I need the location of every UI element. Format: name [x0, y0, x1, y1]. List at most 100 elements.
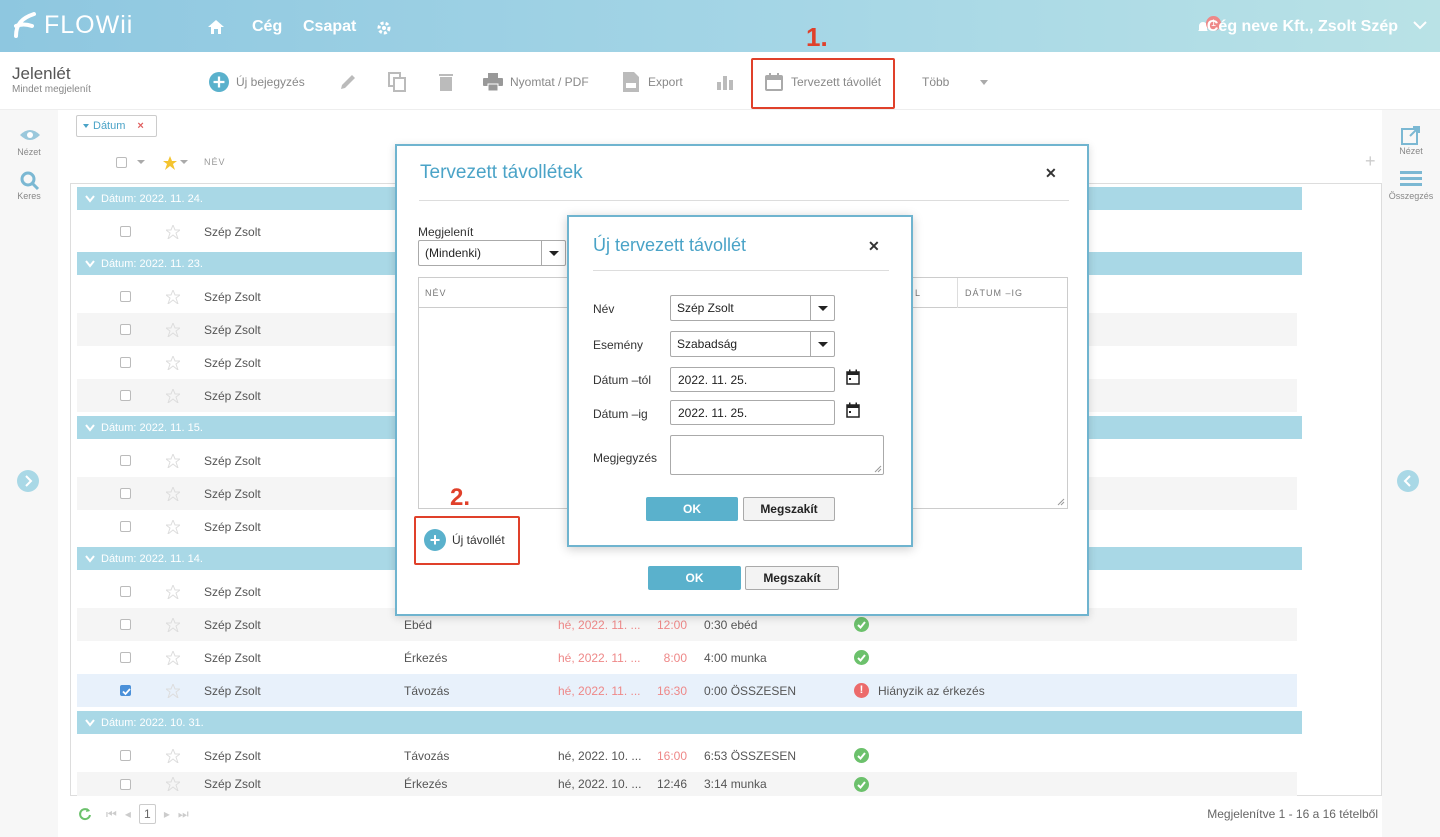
col-header-from[interactable]: L: [915, 288, 921, 298]
row-checkbox[interactable]: [120, 521, 131, 532]
left-search-label[interactable]: Keres: [0, 191, 58, 201]
star-icon[interactable]: [166, 355, 180, 370]
note-textarea[interactable]: [670, 435, 884, 475]
row-checkbox[interactable]: [120, 586, 131, 597]
nav-team[interactable]: Csapat: [303, 18, 356, 36]
new-entry-button[interactable]: Új bejegyzés: [209, 72, 305, 92]
star-icon[interactable]: [166, 777, 180, 791]
ok-button[interactable]: OK: [646, 497, 738, 521]
resize-handle-icon[interactable]: [874, 465, 882, 473]
edit-button[interactable]: [338, 73, 358, 91]
resize-handle-icon[interactable]: [1057, 498, 1065, 506]
expand-right-button[interactable]: [1397, 470, 1419, 492]
planned-absence-button[interactable]: Tervezett távollét: [764, 73, 881, 91]
delete-button[interactable]: [436, 73, 456, 91]
right-view-label[interactable]: Nézet: [1382, 146, 1440, 156]
table-row[interactable]: Szép Zsolt Távozás hé, 2022. 10. ... 16:00 6…: [77, 739, 1297, 772]
new-planned-absence-dialog: Új tervezett távollét ✕ Név Szép Zsolt E…: [567, 215, 913, 547]
expand-left-button[interactable]: [17, 470, 39, 492]
star-icon[interactable]: [166, 650, 180, 665]
star-icon[interactable]: [166, 388, 180, 403]
printer-icon: [483, 72, 503, 92]
print-button[interactable]: Nyomtat / PDF: [483, 73, 589, 91]
prev-page-icon[interactable]: ◂: [125, 807, 131, 821]
show-select[interactable]: (Mindenki): [418, 240, 566, 266]
refresh-icon[interactable]: [78, 807, 92, 821]
page-number[interactable]: 1: [138, 804, 156, 824]
right-summary-label[interactable]: Összegzés: [1382, 191, 1440, 201]
row-checkbox[interactable]: [120, 455, 131, 466]
logo[interactable]: FLOWii: [12, 8, 133, 42]
star-icon[interactable]: [166, 617, 180, 632]
name-select[interactable]: Szép Zsolt: [670, 295, 835, 321]
row-checkbox[interactable]: [120, 778, 131, 790]
calendar-icon[interactable]: [846, 402, 860, 418]
cancel-button[interactable]: Megszakít: [745, 566, 839, 590]
group-header[interactable]: Dátum: 2022. 10. 31.: [77, 711, 1302, 734]
row-checkbox[interactable]: [120, 357, 131, 368]
chart-button[interactable]: [715, 73, 735, 91]
column-header-name[interactable]: NÉV: [204, 157, 226, 167]
row-time: 16:00: [656, 748, 687, 763]
star-icon[interactable]: [166, 322, 180, 337]
select-all-caret-icon[interactable]: [137, 160, 145, 164]
table-row[interactable]: Szép Zsolt Érkezés hé, 2022. 10. ... 12:46 3…: [77, 772, 1297, 796]
star-icon[interactable]: [166, 584, 180, 599]
select-all-checkbox[interactable]: [116, 157, 127, 168]
eye-icon[interactable]: [20, 128, 40, 145]
star-icon[interactable]: [166, 486, 180, 501]
star-icon[interactable]: [166, 748, 180, 763]
add-column-icon[interactable]: +: [1365, 151, 1376, 172]
star-icon[interactable]: [166, 519, 180, 534]
copy-button[interactable]: [387, 72, 407, 92]
row-checkbox[interactable]: [120, 390, 131, 401]
list-icon[interactable]: [1400, 171, 1422, 190]
star-icon[interactable]: [166, 289, 180, 304]
table-row[interactable]: Szép Zsolt Távozás hé, 2022. 11. ... 16:30 0…: [77, 674, 1297, 707]
col-header-name[interactable]: NÉV: [425, 288, 447, 298]
pager: ⏮ ◂ 1 ▸ ⏭ Megjelenítve 1 - 16 a 16 tétel…: [70, 800, 1382, 828]
star-icon[interactable]: [166, 224, 180, 239]
row-checkbox[interactable]: [120, 652, 131, 663]
date-from-input[interactable]: 2022. 11. 25.: [670, 367, 835, 392]
close-icon[interactable]: ✕: [1045, 165, 1057, 182]
new-absence-button[interactable]: + Új távollét: [424, 529, 505, 551]
cancel-button[interactable]: Megszakít: [743, 497, 835, 521]
row-checkbox[interactable]: [120, 226, 131, 237]
remove-filter-icon[interactable]: ×: [137, 120, 143, 132]
row-time: 16:30: [656, 683, 687, 698]
row-checkbox[interactable]: [120, 324, 131, 335]
row-date: hé, 2022. 10. ...: [558, 777, 642, 791]
left-view-label[interactable]: Nézet: [0, 147, 58, 157]
external-link-icon[interactable]: [1401, 125, 1421, 148]
more-menu[interactable]: Több: [922, 73, 989, 91]
chevron-down-icon[interactable]: [1412, 17, 1428, 33]
star-icon[interactable]: [166, 453, 180, 468]
calendar-icon[interactable]: [846, 369, 860, 385]
bar-chart-icon: [715, 72, 735, 92]
row-checkbox[interactable]: [120, 488, 131, 499]
filter-chip-date[interactable]: Dátum ×: [76, 115, 157, 137]
table-row[interactable]: Szép Zsolt Érkezés hé, 2022. 11. ... 8:00 4:…: [77, 641, 1297, 674]
home-icon[interactable]: [207, 19, 225, 35]
star-filter-caret-icon[interactable]: [180, 160, 188, 164]
date-to-input[interactable]: 2022. 11. 25.: [670, 400, 835, 425]
row-checkbox[interactable]: [120, 291, 131, 302]
col-header-to[interactable]: DÁTUM –IG: [965, 288, 1023, 298]
row-checkbox[interactable]: [120, 685, 131, 696]
row-name: Szép Zsolt: [204, 224, 261, 239]
export-button[interactable]: Export: [621, 72, 683, 92]
star-filter-icon[interactable]: [163, 156, 177, 173]
nav-company[interactable]: Cég: [252, 18, 282, 36]
star-icon[interactable]: [166, 683, 180, 698]
ok-button[interactable]: OK: [648, 566, 741, 590]
last-page-icon[interactable]: ⏭: [178, 807, 189, 822]
event-select[interactable]: Szabadság: [670, 331, 835, 357]
next-page-icon[interactable]: ▸: [164, 807, 170, 821]
company-user-menu[interactable]: Cég neve Kft., Zsolt Szép: [1207, 18, 1398, 36]
first-page-icon[interactable]: ⏮: [106, 807, 117, 822]
row-checkbox[interactable]: [120, 619, 131, 630]
row-checkbox[interactable]: [120, 750, 131, 761]
gear-icon[interactable]: [376, 20, 392, 36]
close-icon[interactable]: ✕: [868, 238, 880, 255]
